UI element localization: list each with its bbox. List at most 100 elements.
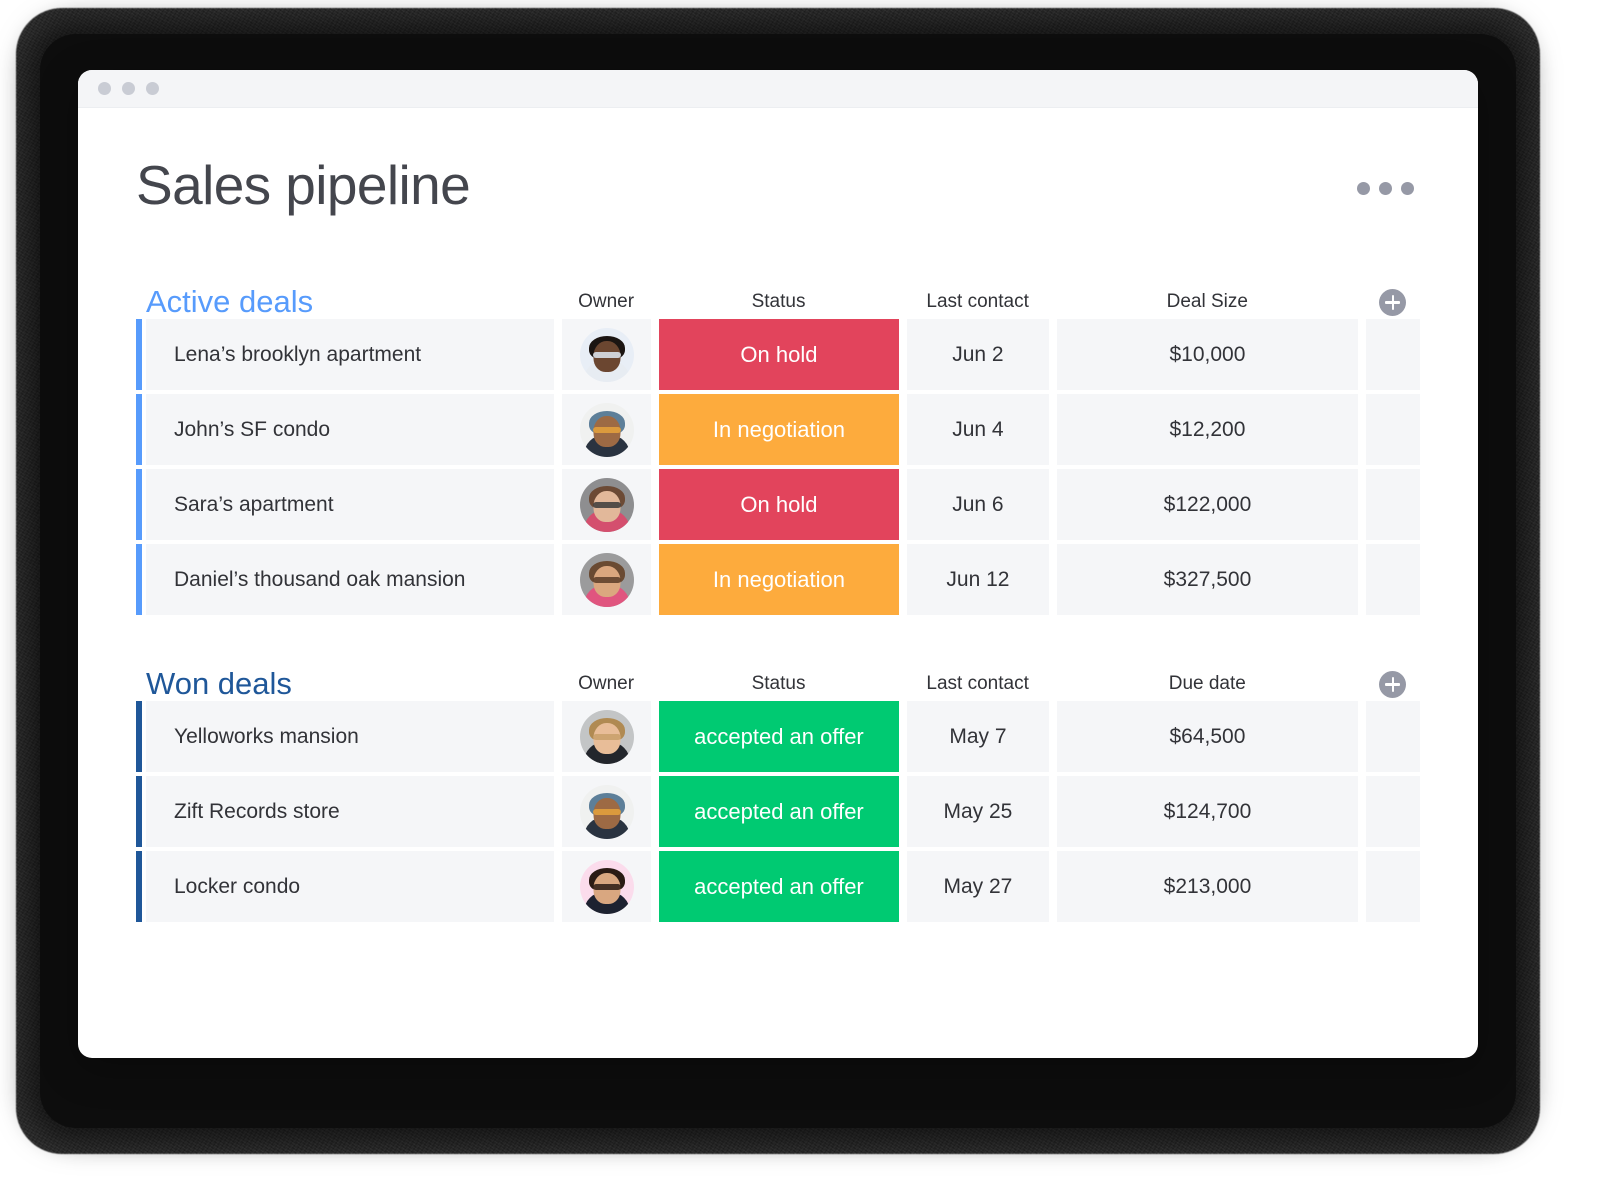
deal-name-cell[interactable]: Locker condo <box>146 851 555 923</box>
minimize-window-dot[interactable] <box>122 82 135 95</box>
table-row[interactable]: John’s SF condo In negotiation Jun 4 $12,20… <box>136 394 1421 466</box>
page-header: Sales pipeline <box>136 158 1420 213</box>
empty-trailing-cell[interactable] <box>1365 544 1421 616</box>
cell-gap <box>651 701 659 772</box>
window-titlebar <box>78 70 1478 108</box>
board-won-deals: Won deals Owner Status Last contact Due date… <box>136 666 1421 923</box>
cell-gap <box>1049 394 1057 465</box>
table-row[interactable]: Yelloworks mansion accepted an offer May 7… <box>136 701 1421 773</box>
cell-gap <box>1049 851 1057 922</box>
cell-gap <box>899 469 907 540</box>
deal-name-cell[interactable]: Lena’s brooklyn apartment <box>146 319 555 391</box>
status-badge[interactable]: On hold <box>659 319 899 391</box>
owner-avatar-john[interactable] <box>579 402 634 457</box>
last-contact-cell[interactable]: May 25 <box>906 776 1050 848</box>
board-active-deals: Active deals Owner Status Last contact Deal … <box>136 284 1421 616</box>
board-title-won-deals[interactable]: Won deals <box>146 666 553 701</box>
empty-trailing-cell[interactable] <box>1365 776 1421 848</box>
empty-trailing-cell[interactable] <box>1365 469 1421 541</box>
deal-value-cell[interactable]: $124,700 <box>1057 776 1358 848</box>
cell-gap <box>554 319 562 390</box>
owner-avatar-daniel[interactable] <box>579 552 634 607</box>
cell-gap <box>899 776 907 847</box>
page-content: Sales pipeline Active deals Owner Status La… <box>78 108 1478 923</box>
owner-cell[interactable] <box>562 701 652 773</box>
column-header-last-contact[interactable]: Last contact <box>906 673 1049 695</box>
owner-avatar-yelloworks[interactable] <box>579 709 634 764</box>
status-badge[interactable]: In negotiation <box>659 544 899 616</box>
cell-gap <box>1049 776 1057 847</box>
cell-gap <box>651 319 659 390</box>
deal-value-cell[interactable]: $327,500 <box>1057 544 1358 616</box>
cell-gap <box>899 851 907 922</box>
deal-value-cell[interactable]: $213,000 <box>1057 851 1358 923</box>
cell-gap <box>651 776 659 847</box>
column-header-last-contact[interactable]: Last contact <box>906 291 1049 313</box>
last-contact-cell[interactable]: May 7 <box>906 701 1050 773</box>
status-badge[interactable]: accepted an offer <box>659 701 899 773</box>
column-header-due-date[interactable]: Due date <box>1057 673 1358 695</box>
last-contact-cell[interactable]: May 27 <box>906 851 1050 923</box>
status-badge[interactable]: accepted an offer <box>659 776 899 848</box>
empty-trailing-cell[interactable] <box>1365 851 1421 923</box>
cell-gap <box>651 851 659 922</box>
table-row[interactable]: Locker condo accepted an offer May 27 $213,… <box>136 851 1421 923</box>
column-header-owner[interactable]: Owner <box>561 291 650 313</box>
column-header-owner[interactable]: Owner <box>561 673 650 695</box>
last-contact-cell[interactable]: Jun 2 <box>906 319 1050 391</box>
cell-gap <box>554 701 562 772</box>
avatar-accent <box>592 883 621 890</box>
avatar-accent <box>592 501 621 508</box>
cell-gap <box>651 469 659 540</box>
status-badge[interactable]: In negotiation <box>659 394 899 466</box>
table-row[interactable]: Lena’s brooklyn apartment On hold Jun 2 $10… <box>136 319 1421 391</box>
column-header-status[interactable]: Status <box>659 673 899 695</box>
owner-cell[interactable] <box>562 469 652 541</box>
empty-trailing-cell[interactable] <box>1365 701 1421 773</box>
empty-trailing-cell[interactable] <box>1365 394 1421 466</box>
owner-cell[interactable] <box>562 776 652 848</box>
deal-name-cell[interactable]: John’s SF condo <box>146 394 555 466</box>
cell-gap <box>554 776 562 847</box>
column-header-deal-size[interactable]: Deal Size <box>1057 291 1358 313</box>
deal-value-cell[interactable]: $122,000 <box>1057 469 1358 541</box>
table-row[interactable]: Sara’s apartment On hold Jun 6 $122,000 <box>136 469 1421 541</box>
deal-value-cell[interactable]: $64,500 <box>1057 701 1358 773</box>
table-row[interactable]: Daniel’s thousand oak mansion In negotiat… <box>136 544 1421 616</box>
deal-name-cell[interactable]: Zift Records store <box>146 776 555 848</box>
owner-cell[interactable] <box>562 394 652 466</box>
kebab-menu-icon[interactable] <box>1357 182 1414 195</box>
maximize-window-dot[interactable] <box>146 82 159 95</box>
add-item-icon[interactable] <box>1379 288 1407 316</box>
deal-name-cell[interactable]: Yelloworks mansion <box>146 701 555 773</box>
last-contact-cell[interactable]: Jun 4 <box>906 394 1050 466</box>
board-title-active-deals[interactable]: Active deals <box>146 284 553 319</box>
owner-cell[interactable] <box>562 544 652 616</box>
table-row[interactable]: Zift Records store accepted an offer May 2… <box>136 776 1421 848</box>
kebab-dot-3 <box>1401 182 1414 195</box>
owner-cell[interactable] <box>562 319 652 391</box>
add-item-icon[interactable] <box>1379 670 1407 698</box>
deal-value-cell[interactable]: $10,000 <box>1057 319 1358 391</box>
owner-cell[interactable] <box>562 851 652 923</box>
owner-avatar-sara[interactable] <box>579 477 634 532</box>
owner-avatar-locker[interactable] <box>579 859 634 914</box>
owner-avatar-zift[interactable] <box>579 784 634 839</box>
kebab-dot-1 <box>1357 182 1370 195</box>
deal-name-cell[interactable]: Sara’s apartment <box>146 469 555 541</box>
column-header-status[interactable]: Status <box>659 291 899 313</box>
cell-gap <box>899 544 907 615</box>
cell-gap <box>1049 701 1057 772</box>
last-contact-cell[interactable]: Jun 6 <box>906 469 1050 541</box>
last-contact-cell[interactable]: Jun 12 <box>906 544 1050 616</box>
empty-trailing-cell[interactable] <box>1365 319 1421 391</box>
deal-value-cell[interactable]: $12,200 <box>1057 394 1358 466</box>
status-badge[interactable]: accepted an offer <box>659 851 899 923</box>
close-window-dot[interactable] <box>98 82 111 95</box>
deal-name-cell[interactable]: Daniel’s thousand oak mansion <box>146 544 555 616</box>
status-badge[interactable]: On hold <box>659 469 899 541</box>
owner-avatar-lena[interactable] <box>579 327 634 382</box>
board-header-won-deals: Won deals Owner Status Last contact Due date <box>136 666 1420 701</box>
avatar-accent <box>592 576 621 583</box>
avatar-accent <box>592 808 621 815</box>
